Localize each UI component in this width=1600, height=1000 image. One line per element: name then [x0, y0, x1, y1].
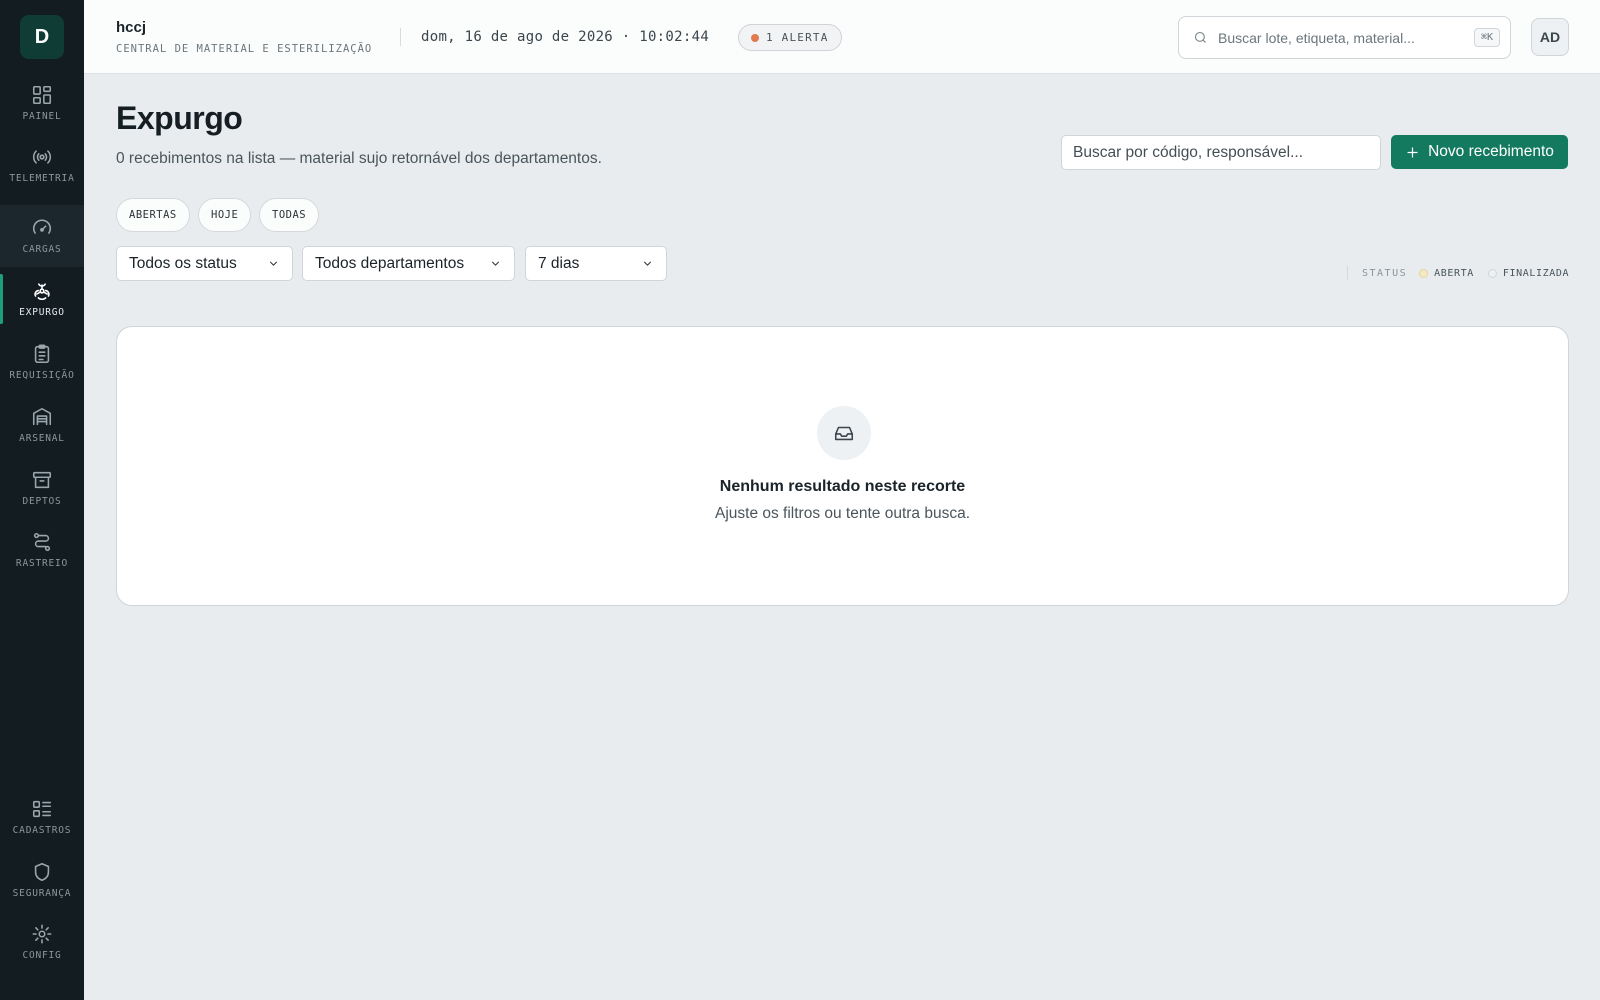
department-select-value: Todos departamentos: [315, 254, 465, 272]
filter-chip-hoje[interactable]: HOJE: [198, 198, 252, 232]
sidebar-item-label: DEPTOS: [22, 496, 62, 507]
org-subtitle: CENTRAL DE MATERIAL E ESTERILIZAÇÃO: [116, 43, 373, 55]
status-legend: STATUS ABERTA FINALIZADA: [1347, 266, 1583, 280]
filter-chip-abertas[interactable]: ABERTAS: [116, 198, 190, 232]
warehouse-icon: [32, 407, 52, 426]
sidebar-item-label: RASTREIO: [15, 558, 69, 569]
sidebar: D PAINEL TELEMETRIA CARGAS EXPURGO REQUI…: [0, 0, 84, 1000]
list-search-input[interactable]: [1061, 135, 1381, 170]
user-avatar[interactable]: AD: [1531, 18, 1569, 56]
sidebar-item-label: REQUISIÇÃO: [9, 370, 75, 381]
gear-icon: [32, 924, 52, 944]
broadcast-icon: [32, 150, 52, 164]
gauge-icon: [32, 219, 52, 234]
results-empty-card: Nenhum resultado neste recorte Ajuste os…: [116, 326, 1569, 606]
sidebar-item-label: EXPURGO: [19, 307, 65, 318]
new-receipt-button[interactable]: Novo recebimento: [1391, 135, 1568, 169]
sidebar-item-label: CARGAS: [22, 244, 62, 255]
sidebar-item-label: SEGURANÇA: [12, 888, 72, 899]
legend-divider: [1347, 266, 1348, 280]
chevron-down-icon: [643, 261, 652, 266]
global-search[interactable]: ⌘K: [1178, 16, 1511, 59]
list-icon: [32, 800, 52, 818]
plus-icon: [1407, 147, 1418, 157]
search-icon: [1194, 31, 1206, 43]
sidebar-item-requisicao[interactable]: REQUISIÇÃO: [0, 331, 84, 393]
shield-icon: [34, 862, 50, 882]
sidebar-item-label: PAINEL: [22, 111, 62, 122]
datetime-display: dom, 16 de ago de 2026 · 10:02:44: [421, 29, 710, 45]
alert-badge[interactable]: 1 ALERTA: [738, 24, 842, 51]
archive-box-icon: [32, 471, 52, 489]
legend-label: ABERTA: [1434, 267, 1474, 279]
legend-item-aberta: ABERTA: [1419, 268, 1474, 279]
alert-dot-icon: [751, 33, 759, 42]
period-select[interactable]: 7 dias: [525, 246, 667, 281]
sidebar-item-cadastros[interactable]: CADASTROS: [0, 786, 84, 848]
app-logo[interactable]: D: [20, 15, 64, 59]
clipboard-icon: [34, 344, 50, 364]
top-header: hccj CENTRAL DE MATERIAL E ESTERILIZAÇÃO…: [84, 0, 1600, 74]
sidebar-item-arsenal[interactable]: ARSENAL: [0, 394, 84, 456]
legend-item-finalizada: FINALIZADA: [1487, 267, 1570, 279]
period-select-value: 7 dias: [538, 254, 580, 272]
header-divider: [400, 28, 401, 46]
filter-chip-todas[interactable]: TODAS: [259, 198, 320, 232]
route-icon: [33, 532, 51, 552]
inbox-icon: [834, 426, 854, 441]
org-name: hccj: [116, 19, 147, 36]
sidebar-item-painel[interactable]: PAINEL: [0, 72, 84, 134]
sidebar-item-expurgo[interactable]: EXPURGO: [0, 268, 84, 330]
empty-state-title: Nenhum resultado neste recorte: [719, 478, 966, 495]
sidebar-item-seguranca[interactable]: SEGURANÇA: [0, 849, 84, 911]
global-search-input[interactable]: [1218, 29, 1474, 46]
biohazard-icon: [34, 283, 50, 300]
logo-letter: D: [34, 25, 50, 48]
sidebar-item-label: TELEMETRIA: [9, 173, 75, 184]
sidebar-item-config[interactable]: CONFIG: [0, 911, 84, 973]
sidebar-item-cargas[interactable]: CARGAS: [0, 205, 84, 267]
department-select[interactable]: Todos departamentos: [302, 246, 515, 281]
legend-dot-icon: [1419, 268, 1429, 278]
sidebar-item-label: CADASTROS: [12, 825, 72, 836]
legend-title: STATUS: [1362, 267, 1408, 279]
chevron-down-icon: [491, 261, 500, 266]
page-subtitle: 0 recebimentos na lista — material sujo …: [116, 150, 602, 167]
chevron-down-icon: [269, 261, 278, 266]
legend-label: FINALIZADA: [1502, 267, 1570, 279]
status-select-value: Todos os status: [129, 254, 237, 272]
search-shortcut-badge: ⌘K: [1473, 28, 1500, 47]
page-title: Expurgo: [116, 100, 243, 136]
empty-state-subtitle: Ajuste os filtros ou tente outra busca.: [714, 505, 971, 522]
grid-icon: [32, 85, 52, 105]
sidebar-item-deptos[interactable]: DEPTOS: [0, 457, 84, 519]
sidebar-item-label: ARSENAL: [19, 433, 65, 444]
sidebar-item-rastreio[interactable]: RASTREIO: [0, 519, 84, 581]
sidebar-item-telemetria[interactable]: TELEMETRIA: [0, 134, 84, 196]
legend-dot-icon: [1487, 268, 1497, 278]
sidebar-item-label: CONFIG: [22, 950, 62, 961]
new-receipt-label: Novo recebimento: [1428, 143, 1554, 160]
status-select[interactable]: Todos os status: [116, 246, 293, 281]
empty-state-icon-wrap: [817, 406, 871, 460]
alert-label: 1 ALERTA: [766, 31, 829, 44]
